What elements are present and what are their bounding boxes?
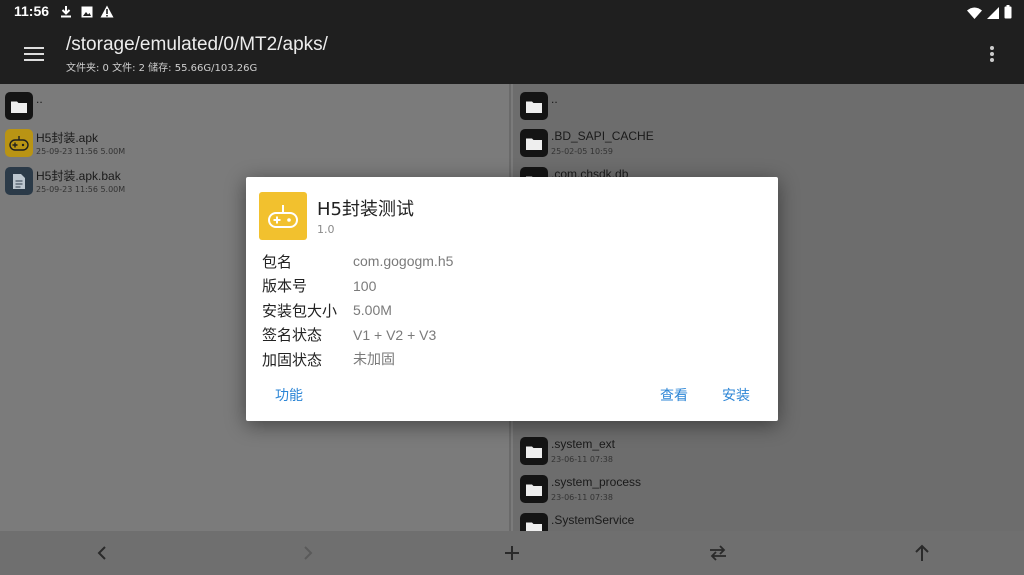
- property-value: V1 + V2 + V3: [353, 326, 437, 343]
- property-key: 版本号: [262, 277, 308, 296]
- list-item-parent[interactable]: ..: [0, 87, 509, 125]
- folder-icon: [520, 513, 548, 531]
- file-name: .BD_SAPI_CACHE: [551, 129, 654, 143]
- file-meta: 23-06-11 07:38: [551, 455, 613, 464]
- status-bar: 11:56: [0, 0, 1024, 24]
- dialog-title: H5封装测试: [317, 199, 414, 220]
- file-name: ..: [36, 92, 43, 106]
- document-icon: [5, 167, 33, 195]
- wifi-icon: [967, 4, 982, 23]
- property-key: 加固状态: [262, 350, 323, 369]
- chevron-right-icon[interactable]: [296, 541, 320, 565]
- property-row: 安装包大小 5.00M: [262, 298, 742, 323]
- property-row: 包名 com.gogogm.h5: [262, 249, 742, 274]
- gamepad-icon: [5, 129, 33, 157]
- file-name: H5封装.apk.bak: [36, 169, 121, 183]
- signal-icon: [987, 4, 999, 23]
- folder-icon: [520, 475, 548, 503]
- chevron-left-icon[interactable]: [90, 541, 114, 565]
- property-key: 包名: [262, 252, 293, 271]
- current-path[interactable]: /storage/emulated/0/MT2/apks/: [66, 34, 328, 56]
- list-item-parent[interactable]: ..: [515, 87, 1024, 125]
- property-value: 5.00M: [353, 302, 392, 319]
- app-version: 1.0: [317, 223, 335, 236]
- file-name: ..: [551, 92, 558, 106]
- view-button[interactable]: 查看: [660, 385, 688, 405]
- folder-icon: [520, 92, 548, 120]
- storage-info: 文件夹: 0 文件: 2 储存: 55.66G/103.26G: [66, 63, 258, 74]
- list-item[interactable]: .BD_SAPI_CACHE 25-02-05 10:59: [515, 124, 1024, 162]
- menu-icon[interactable]: [22, 42, 46, 66]
- bottom-toolbar: [0, 531, 1024, 575]
- install-button[interactable]: 安装: [722, 385, 750, 405]
- functions-button[interactable]: 功能: [275, 385, 303, 405]
- status-time: 11:56: [14, 3, 50, 19]
- photo-icon: [80, 4, 94, 19]
- property-value: 未加固: [353, 351, 395, 368]
- app-bar: /storage/emulated/0/MT2/apks/ 文件夹: 0 文件:…: [0, 24, 1024, 84]
- property-row: 加固状态 未加固: [262, 347, 742, 372]
- list-item[interactable]: .system_process 23-06-11 07:38: [515, 470, 1024, 508]
- arrow-up-icon[interactable]: [910, 541, 934, 565]
- property-row: 版本号 100: [262, 274, 742, 299]
- file-name: H5封装.apk: [36, 131, 99, 145]
- file-meta: 25-02-05 10:59: [551, 147, 613, 156]
- warning-icon: [100, 4, 114, 19]
- list-item[interactable]: H5封装.apk 25-09-23 11:56 5.00M: [0, 124, 509, 162]
- list-item[interactable]: .SystemService: [515, 508, 1024, 531]
- property-value: com.gogogm.h5: [353, 253, 454, 270]
- property-key: 安装包大小: [262, 301, 338, 320]
- folder-icon: [520, 129, 548, 157]
- swap-icon[interactable]: [706, 541, 730, 565]
- file-meta: 25-09-23 11:56 5.00M: [36, 147, 126, 156]
- more-vert-icon[interactable]: [980, 42, 1004, 66]
- file-name: .SystemService: [551, 513, 635, 527]
- file-meta: 25-09-23 11:56 5.00M: [36, 185, 126, 194]
- property-key: 签名状态: [262, 326, 323, 345]
- list-item[interactable]: .system_ext 23-06-11 07:38: [515, 432, 1024, 470]
- plus-icon[interactable]: [500, 541, 524, 565]
- property-row: 签名状态 V1 + V2 + V3: [262, 323, 742, 348]
- property-value: 100: [353, 277, 377, 294]
- file-meta: 23-06-11 07:38: [551, 493, 613, 502]
- apk-info-dialog: H5封装测试 1.0 包名 com.gogogm.h5 版本号 100 安装包大…: [246, 177, 778, 421]
- file-name: .system_process: [551, 475, 642, 489]
- file-name: .system_ext: [551, 437, 616, 451]
- download-icon: [59, 4, 73, 19]
- folder-icon: [520, 437, 548, 465]
- gamepad-icon: [259, 192, 307, 240]
- folder-icon: [5, 92, 33, 120]
- property-list: 包名 com.gogogm.h5 版本号 100 安装包大小 5.00M 签名状…: [262, 249, 742, 372]
- battery-icon: [1004, 4, 1012, 23]
